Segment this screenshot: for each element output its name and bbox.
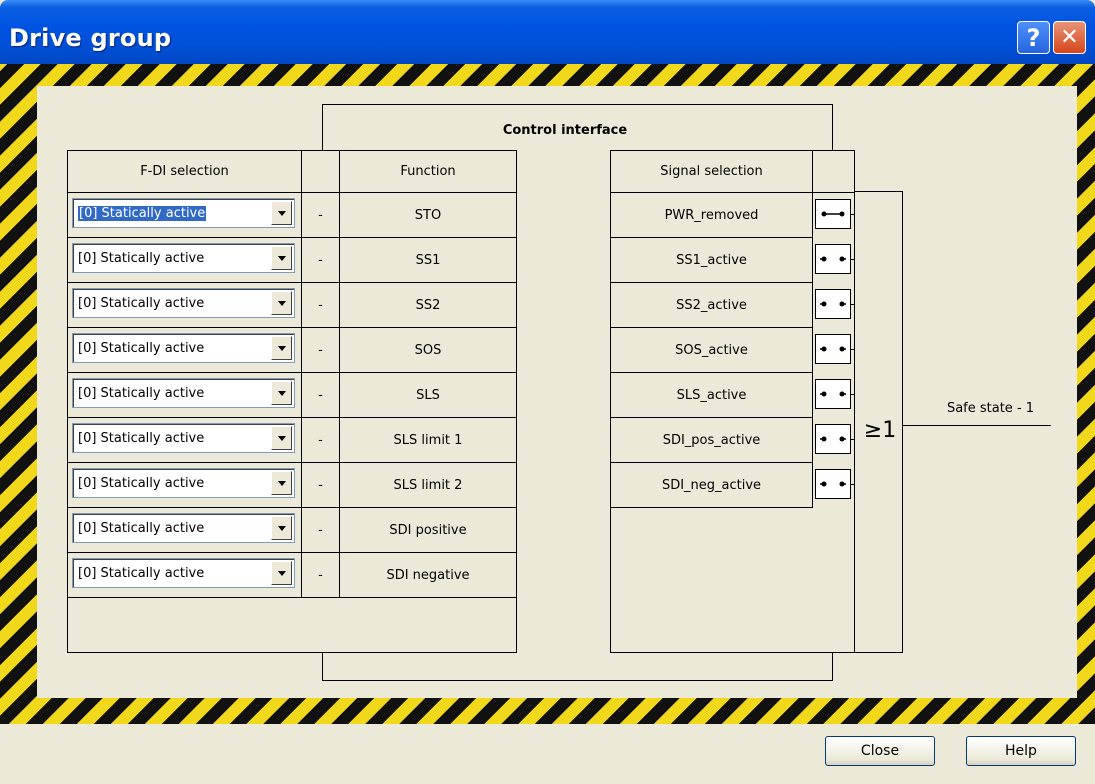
- row-dash: -: [318, 432, 323, 448]
- fdi-select-value: [0] Statically active: [78, 565, 205, 581]
- chevron-down-icon[interactable]: [271, 336, 292, 360]
- switch-closed-icon[interactable]: [815, 199, 851, 229]
- fdi-select-value: [0] Statically active: [78, 250, 205, 266]
- signal-label: SOS_active: [675, 342, 748, 358]
- signal-label: SS1_active: [676, 252, 747, 268]
- fdi-selection-header: F-DI selection: [140, 164, 229, 179]
- switch-open-icon[interactable]: [815, 244, 851, 274]
- or-gate-symbol: ≥1: [863, 417, 897, 443]
- switch-open-icon[interactable]: [815, 289, 851, 319]
- bracket-left-top: [322, 104, 323, 150]
- signal-label: PWR_removed: [664, 207, 759, 223]
- fdi-select-value: [0] Statically active: [78, 385, 205, 401]
- chevron-down-icon[interactable]: [271, 291, 292, 315]
- help-title-button[interactable]: ?: [1017, 21, 1050, 54]
- chevron-down-icon[interactable]: [271, 246, 292, 270]
- fdi-select[interactable]: [0] Statically active: [72, 198, 295, 228]
- control-interface-title: Control interface: [502, 122, 628, 138]
- bracket-right-bottom: [832, 652, 833, 681]
- function-name: SLS limit 1: [393, 432, 463, 448]
- chevron-down-icon[interactable]: [271, 561, 292, 585]
- fdi-select-value: [0] Statically active: [78, 295, 205, 311]
- row-dash: -: [318, 207, 323, 223]
- fdi-select[interactable]: [0] Statically active: [72, 378, 295, 408]
- function-name: SOS: [414, 342, 442, 358]
- chevron-down-icon[interactable]: [271, 426, 292, 450]
- row-dash: -: [318, 477, 323, 493]
- chevron-down-icon[interactable]: [271, 201, 292, 225]
- fdi-select[interactable]: [0] Statically active: [72, 468, 295, 498]
- function-name: SLS: [416, 387, 440, 403]
- chevron-down-icon[interactable]: [271, 381, 292, 405]
- switch-open-icon[interactable]: [815, 469, 851, 499]
- chevron-down-icon[interactable]: [271, 516, 292, 540]
- function-name: SS1: [415, 252, 441, 268]
- chevron-down-icon[interactable]: [271, 471, 292, 495]
- signal-row-line: [610, 507, 813, 508]
- fdi-select[interactable]: [0] Statically active: [72, 558, 295, 588]
- fdi-select-value: [0] Statically active: [78, 340, 205, 356]
- function-name: SLS limit 2: [393, 477, 463, 493]
- row-dash: -: [318, 567, 323, 583]
- row-dash: -: [318, 522, 323, 538]
- close-icon: ✕: [1060, 25, 1079, 50]
- switch-open-icon[interactable]: [815, 379, 851, 409]
- help-button[interactable]: Help: [966, 736, 1076, 766]
- switch-open-icon[interactable]: [815, 424, 851, 454]
- function-name: STO: [414, 207, 442, 223]
- fdi-select[interactable]: [0] Statically active: [72, 288, 295, 318]
- signal-divider: [812, 150, 813, 507]
- fdi-select[interactable]: [0] Statically active: [72, 333, 295, 363]
- close-button[interactable]: Close: [825, 736, 935, 766]
- output-line: [903, 425, 1051, 426]
- row-dash: -: [318, 297, 323, 313]
- row-dash: -: [318, 342, 323, 358]
- close-title-button[interactable]: ✕: [1053, 21, 1086, 54]
- signal-label: SS2_active: [676, 297, 747, 313]
- bracket-top: [322, 104, 833, 105]
- fdi-select-value: [0] Statically active: [78, 520, 205, 536]
- fdi-select-value: [0] Statically active: [78, 430, 205, 446]
- bracket-left-bottom: [322, 652, 323, 681]
- bracket-bottom: [322, 680, 833, 681]
- title-bar[interactable]: Drive group ? ✕: [0, 0, 1095, 64]
- row-line: [67, 597, 517, 598]
- function-name: SDI negative: [386, 567, 470, 583]
- fdi-select-value: [0] Statically active: [76, 205, 208, 221]
- fdi-select[interactable]: [0] Statically active: [72, 513, 295, 543]
- safe-state-label: Safe state - 1: [946, 400, 1035, 416]
- function-header: Function: [400, 164, 456, 179]
- switch-open-icon[interactable]: [815, 334, 851, 364]
- signal-label: SDI_neg_active: [661, 477, 762, 493]
- row-dash: -: [318, 252, 323, 268]
- row-dash: -: [318, 387, 323, 403]
- fdi-select[interactable]: [0] Statically active: [72, 243, 295, 273]
- fdi-select-value: [0] Statically active: [78, 475, 205, 491]
- signal-label: SLS_active: [676, 387, 747, 403]
- function-name: SDI positive: [389, 522, 467, 538]
- bracket-right-top: [832, 104, 833, 150]
- fdi-select[interactable]: [0] Statically active: [72, 423, 295, 453]
- signal-label: SDI_pos_active: [662, 432, 761, 448]
- question-icon: ?: [1026, 23, 1041, 52]
- signal-selection-header: Signal selection: [660, 164, 763, 179]
- function-name: SS2: [415, 297, 441, 313]
- window-title: Drive group: [9, 24, 172, 52]
